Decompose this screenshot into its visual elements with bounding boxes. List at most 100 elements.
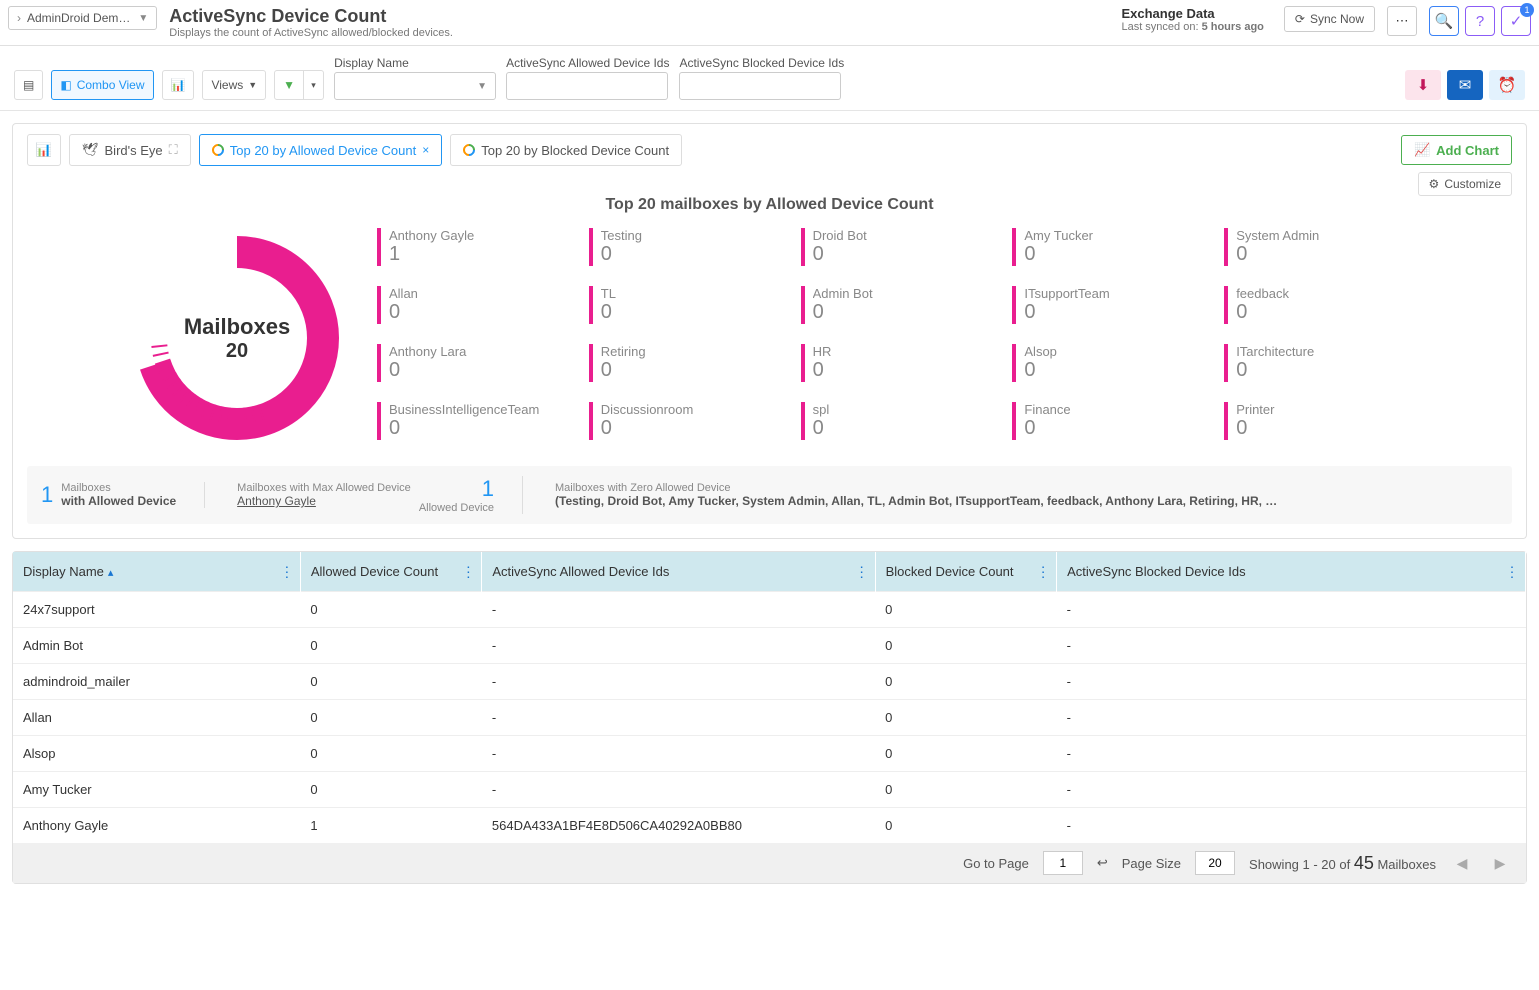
add-chart-button[interactable]: 📈 Add Chart	[1401, 135, 1512, 165]
close-icon[interactable]: ×	[422, 143, 429, 157]
table-row[interactable]: Allan0-0-	[13, 700, 1526, 736]
document-icon: ▤	[23, 78, 34, 92]
cell-blocked-ids: -	[1057, 700, 1526, 736]
cell-allowed: 0	[300, 700, 482, 736]
col-allowed-ids[interactable]: ActiveSync Allowed Device Ids ⋮	[482, 552, 875, 592]
tasks-button[interactable]: ✓	[1501, 6, 1531, 36]
table-row[interactable]: Alsop0-0-	[13, 736, 1526, 772]
more-options-button[interactable]: ⋯	[1387, 6, 1417, 36]
filter-dropdown[interactable]: ▾	[304, 70, 324, 100]
legend-item[interactable]: Droid Bot0	[801, 228, 989, 266]
customize-button[interactable]: ⚙ Customize	[1418, 172, 1512, 196]
email-button[interactable]: ✉	[1447, 70, 1483, 100]
legend-item[interactable]: Anthony Lara0	[377, 344, 565, 382]
legend-item[interactable]: TL0	[589, 286, 777, 324]
legend-item[interactable]: Admin Bot0	[801, 286, 989, 324]
legend-name: System Admin	[1236, 228, 1412, 243]
legend-name: Anthony Gayle	[389, 228, 565, 243]
combo-view-button[interactable]: ◧ Combo View	[51, 70, 153, 100]
legend-item[interactable]: Alsop0	[1012, 344, 1200, 382]
cell-allowed: 0	[300, 772, 482, 808]
blocked-ids-input[interactable]	[679, 72, 841, 100]
top-allowed-tab[interactable]: Top 20 by Allowed Device Count ×	[199, 134, 442, 166]
legend-value: 1	[389, 243, 565, 266]
add-chart-icon: 📈	[1414, 142, 1430, 158]
legend-item[interactable]: Amy Tucker0	[1012, 228, 1200, 266]
schedule-button[interactable]: ⏰	[1489, 70, 1525, 100]
page-size-input[interactable]	[1195, 851, 1235, 875]
legend-item[interactable]: Retiring0	[589, 344, 777, 382]
column-menu-icon[interactable]: ⋮	[280, 563, 294, 580]
legend-item[interactable]: Finance0	[1012, 402, 1200, 440]
donut-icon	[209, 142, 226, 159]
top-blocked-tab[interactable]: Top 20 by Blocked Device Count	[450, 134, 682, 166]
column-menu-icon[interactable]: ⋮	[1505, 563, 1519, 580]
donut-value: 20	[226, 340, 248, 363]
prev-page-button[interactable]: ◀	[1450, 851, 1474, 875]
allowed-ids-input[interactable]	[506, 72, 668, 100]
legend-value: 0	[1236, 417, 1412, 440]
bar-chart-tab[interactable]: 📊	[27, 134, 61, 166]
summary-label: Mailboxes with Zero Allowed Device	[555, 482, 1470, 494]
cell-blocked-ids: -	[1057, 736, 1526, 772]
allowed-ids-label: ActiveSync Allowed Device Ids	[506, 56, 669, 70]
col-blocked-ids[interactable]: ActiveSync Blocked Device Ids ⋮	[1057, 552, 1526, 592]
page-size-label: Page Size	[1122, 856, 1181, 871]
document-view-button[interactable]: ▤	[14, 70, 43, 100]
views-dropdown[interactable]: Views ▼	[202, 70, 266, 100]
column-menu-icon[interactable]: ⋮	[855, 563, 869, 580]
legend-item[interactable]: Anthony Gayle1	[377, 228, 565, 266]
chevron-down-icon: ▼	[248, 80, 257, 90]
donut-chart: Mailboxes 20	[127, 228, 347, 448]
help-button[interactable]: ?	[1465, 6, 1495, 36]
col-allowed-count[interactable]: Allowed Device Count ⋮	[300, 552, 482, 592]
page-number-input[interactable]	[1043, 851, 1083, 875]
cell-name: Amy Tucker	[13, 772, 300, 808]
legend-item[interactable]: feedback0	[1224, 286, 1412, 324]
cell-allowed-ids: -	[482, 772, 875, 808]
legend-item[interactable]: Printer0	[1224, 402, 1412, 440]
legend-item[interactable]: ITsupportTeam0	[1012, 286, 1200, 324]
table-row[interactable]: 24x7support0-0-	[13, 592, 1526, 628]
table-row[interactable]: Anthony Gayle1564DA433A1BF4E8D506CA40292…	[13, 808, 1526, 844]
legend-item[interactable]: Testing0	[589, 228, 777, 266]
help-icon: ?	[1476, 13, 1484, 30]
legend-item[interactable]: Discussionroom0	[589, 402, 777, 440]
birds-eye-tab[interactable]: 🕊 Bird's Eye ⛶	[69, 134, 191, 166]
column-menu-icon[interactable]: ⋮	[1036, 563, 1050, 580]
legend-name: ITsupportTeam	[1024, 286, 1200, 301]
download-button[interactable]: ⬇	[1405, 70, 1441, 100]
cell-allowed: 0	[300, 592, 482, 628]
legend-item[interactable]: System Admin0	[1224, 228, 1412, 266]
table-row[interactable]: Admin Bot0-0-	[13, 628, 1526, 664]
sync-now-button[interactable]: ⟳ Sync Now	[1284, 6, 1375, 32]
col-blocked-count[interactable]: Blocked Device Count ⋮	[875, 552, 1057, 592]
legend-name: Amy Tucker	[1024, 228, 1200, 243]
legend-item[interactable]: Allan0	[377, 286, 565, 324]
summary-max-link[interactable]: Anthony Gayle	[237, 494, 316, 508]
legend-name: Discussionroom	[601, 402, 777, 417]
legend-item[interactable]: BusinessIntelligenceTeam0	[377, 402, 565, 440]
legend-item[interactable]: ITarchitecture0	[1224, 344, 1412, 382]
col-display-name[interactable]: Display Name▴ ⋮	[13, 552, 300, 592]
tenant-selector[interactable]: › AdminDroid Dem… ▼	[8, 6, 157, 30]
cell-blocked-ids: -	[1057, 592, 1526, 628]
next-page-button[interactable]: ▶	[1488, 851, 1512, 875]
legend-value: 0	[1024, 417, 1200, 440]
table-row[interactable]: admindroid_mailer0-0-	[13, 664, 1526, 700]
legend-value: 0	[813, 359, 989, 382]
search-button[interactable]: 🔍	[1429, 6, 1459, 36]
legend-value: 0	[1024, 359, 1200, 382]
cell-blocked: 0	[875, 700, 1057, 736]
legend-name: Retiring	[601, 344, 777, 359]
legend-item[interactable]: spl0	[801, 402, 989, 440]
chart-view-button[interactable]: 📊	[162, 70, 195, 100]
legend-item[interactable]: HR0	[801, 344, 989, 382]
table-row[interactable]: Amy Tucker0-0-	[13, 772, 1526, 808]
display-name-select[interactable]: ▼	[334, 72, 496, 100]
cell-blocked-ids: -	[1057, 628, 1526, 664]
sync-status: Last synced on: 5 hours ago	[1121, 21, 1263, 33]
filter-button[interactable]: ▼	[274, 70, 304, 100]
column-menu-icon[interactable]: ⋮	[461, 563, 475, 580]
legend-name: Printer	[1236, 402, 1412, 417]
